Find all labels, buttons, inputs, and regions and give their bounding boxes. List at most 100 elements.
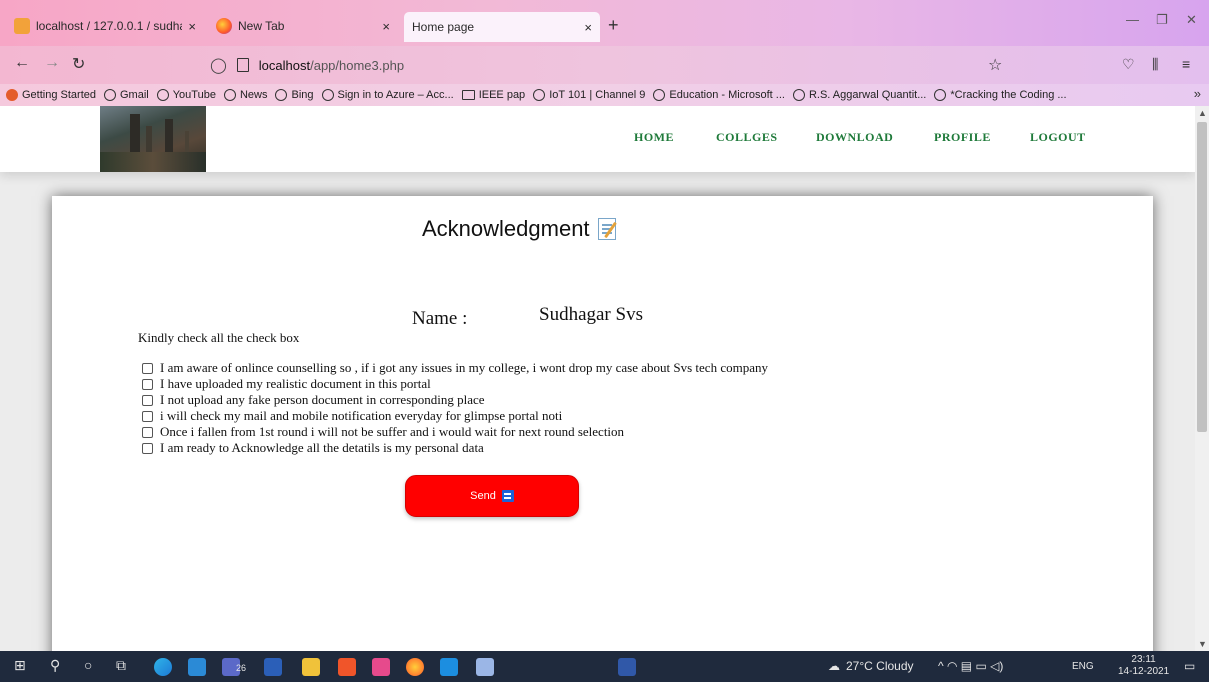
nav-colleges[interactable]: COLLGES xyxy=(716,130,778,145)
edge-icon[interactable] xyxy=(154,658,172,676)
new-tab-button[interactable]: + xyxy=(608,15,619,36)
checkbox-label: i will check my mail and mobile notifica… xyxy=(160,408,563,423)
name-value: Sudhagar Svs xyxy=(539,304,643,325)
checkbox[interactable] xyxy=(142,410,153,422)
globe-icon xyxy=(156,89,169,101)
tab-label: localhost / 127.0.0.1 / sudhaa / xyxy=(36,19,182,33)
checkbox[interactable] xyxy=(142,426,153,438)
firefox-icon xyxy=(216,18,232,34)
clock[interactable]: 23:11 14-12-2021 xyxy=(1118,654,1169,678)
bookmark-gmail[interactable]: Gmail xyxy=(104,89,149,101)
task-view-icon[interactable]: ⧉ xyxy=(116,657,126,674)
bookmark-rs-aggarwal[interactable]: R.S. Aggarwal Quantit... xyxy=(792,89,926,101)
checkbox-label: I am aware of onlince counselling so , i… xyxy=(160,360,768,375)
bookmark-bing[interactable]: Bing xyxy=(275,89,314,101)
site-logo xyxy=(100,106,206,172)
chevron-right-icon[interactable]: » xyxy=(1194,86,1201,101)
back-icon[interactable]: ← xyxy=(14,54,30,72)
check-item[interactable]: I have uploaded my realistic document in… xyxy=(142,376,768,392)
globe-icon xyxy=(321,89,334,101)
language-indicator[interactable]: ENG xyxy=(1072,661,1094,672)
url-host: localhost xyxy=(258,57,311,73)
forward-icon[interactable]: → xyxy=(44,54,60,72)
brave-icon[interactable] xyxy=(338,658,356,676)
close-icon[interactable]: × xyxy=(188,19,196,34)
bookmark-youtube[interactable]: YouTube xyxy=(156,89,216,101)
tray-icons[interactable]: ^ ◠ ▤ ▭ ◁) xyxy=(938,659,1003,673)
send-icon xyxy=(501,490,514,502)
check-item[interactable]: I not upload any fake person document in… xyxy=(142,392,768,408)
url-bar[interactable]: ◯ localhost /app/home3.php xyxy=(196,50,1016,80)
firefox-icon[interactable] xyxy=(406,658,424,676)
weather-text[interactable]: 27°C Cloudy xyxy=(846,659,914,673)
library-icon[interactable]: ⫼ xyxy=(1152,56,1158,73)
minimize-icon[interactable]: — xyxy=(1126,12,1139,27)
checkbox[interactable] xyxy=(142,362,153,374)
nav-profile[interactable]: PROFILE xyxy=(934,130,991,145)
close-icon[interactable]: × xyxy=(584,20,592,35)
name-label: Name : xyxy=(412,308,468,329)
page-icon xyxy=(236,58,249,72)
send-button[interactable]: Send xyxy=(405,475,579,517)
browser-nav-bar: ← → ↻ ◯ localhost /app/home3.php ☆ ♡ ⫼ ≡ xyxy=(0,46,1209,84)
globe-icon xyxy=(104,89,116,101)
checkbox[interactable] xyxy=(142,442,153,454)
bookmark-azure[interactable]: Sign in to Azure – Acc... xyxy=(321,89,454,101)
check-item[interactable]: I am aware of onlince counselling so , i… xyxy=(142,360,768,376)
close-window-icon[interactable]: ✕ xyxy=(1186,12,1197,28)
globe-icon xyxy=(533,89,546,101)
url-path: /app/home3.php xyxy=(310,57,405,73)
close-icon[interactable]: × xyxy=(382,19,390,34)
check-item[interactable]: Once i fallen from 1st round i will not … xyxy=(142,424,768,440)
tab-home-page[interactable]: Home page × xyxy=(404,12,600,42)
checkbox-list: I am aware of onlince counselling so , i… xyxy=(142,360,768,456)
checkbox-label: I not upload any fake person document in… xyxy=(160,392,485,407)
scroll-up-icon[interactable]: ▲ xyxy=(1198,108,1207,118)
instruction-text: Kindly check all the check box xyxy=(138,330,300,345)
checkbox-label: I have uploaded my realistic document in… xyxy=(160,376,431,391)
globe-icon xyxy=(275,89,288,101)
store-icon[interactable] xyxy=(188,658,206,676)
ubuntu-icon xyxy=(6,89,18,101)
teams-badge: 26 xyxy=(236,663,247,673)
bookmark-ieee-pap[interactable]: IEEE pap xyxy=(461,89,525,101)
folder-icon xyxy=(461,90,475,100)
app-icon[interactable] xyxy=(372,658,390,676)
page-viewport: HOME COLLGES DOWNLOAD PROFILE LOGOUT Ack… xyxy=(0,106,1195,651)
checkbox[interactable] xyxy=(142,394,153,406)
nav-logout[interactable]: LOGOUT xyxy=(1030,130,1086,145)
search-icon[interactable]: ⚲ xyxy=(50,657,60,674)
bookmark-getting-started[interactable]: Getting Started xyxy=(6,89,96,101)
nav-home[interactable]: HOME xyxy=(634,130,674,145)
bookmark-star-icon[interactable]: ☆ xyxy=(988,55,1002,75)
scrollbar-thumb[interactable] xyxy=(1197,122,1207,432)
weather-icon[interactable]: ☁ xyxy=(828,659,840,673)
xampp-icon[interactable] xyxy=(618,658,636,676)
vscode-icon[interactable] xyxy=(440,658,458,676)
menu-icon[interactable]: ≡ xyxy=(1182,56,1190,72)
bookmark-cracking-coding[interactable]: *Cracking the Coding ... xyxy=(934,89,1067,101)
page-scrollbar[interactable]: ▲ ▼ xyxy=(1195,106,1209,651)
tab-phpmyadmin[interactable]: localhost / 127.0.0.1 / sudhaa / × xyxy=(6,10,204,42)
bookmark-news[interactable]: News xyxy=(223,89,267,101)
check-item[interactable]: i will check my mail and mobile notifica… xyxy=(142,408,768,424)
word-icon[interactable] xyxy=(264,658,282,676)
windows-start-icon[interactable]: ⊞ xyxy=(14,657,26,674)
nav-download[interactable]: DOWNLOAD xyxy=(816,130,893,145)
reload-icon[interactable]: ↻ xyxy=(72,54,85,74)
scroll-down-icon[interactable]: ▼ xyxy=(1198,639,1207,649)
bookmark-iot-101[interactable]: IoT 101 | Channel 9 xyxy=(533,89,645,101)
file-explorer-icon[interactable] xyxy=(302,658,320,676)
network-app-icon[interactable] xyxy=(476,658,494,676)
checkbox[interactable] xyxy=(142,378,153,390)
cortana-icon[interactable]: ○ xyxy=(84,657,92,673)
check-item[interactable]: I am ready to Acknowledge all the detati… xyxy=(142,440,768,456)
checkbox-label: I am ready to Acknowledge all the detati… xyxy=(160,440,484,455)
notifications-icon[interactable]: ▭ xyxy=(1184,659,1195,673)
bookmark-education-microsoft[interactable]: Education - Microsoft ... xyxy=(653,89,785,101)
restore-icon[interactable]: ❐ xyxy=(1156,12,1168,28)
shield-icon: ◯ xyxy=(210,57,227,74)
pocket-icon[interactable]: ♡ xyxy=(1122,56,1135,73)
tab-new-tab[interactable]: New Tab × xyxy=(208,10,398,42)
send-label: Send xyxy=(470,490,496,502)
